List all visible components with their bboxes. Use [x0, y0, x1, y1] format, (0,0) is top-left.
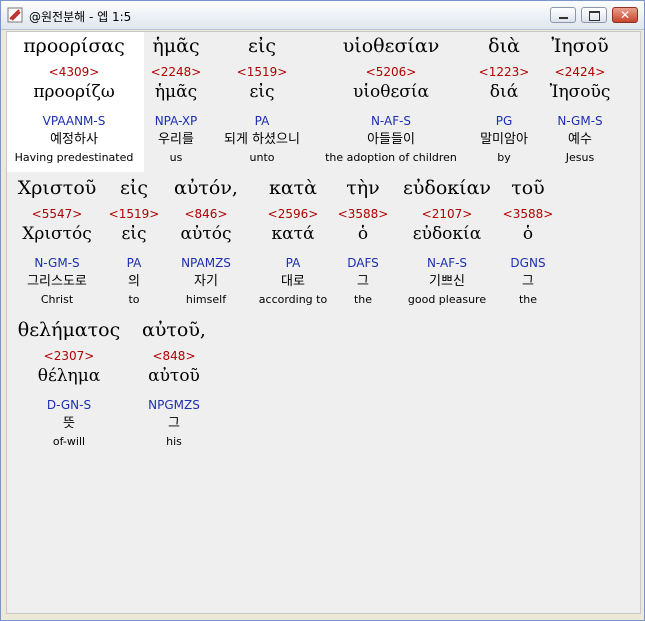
app-icon: [7, 7, 23, 23]
parsing-view: προορίσας <4309> προορίζω VPAANM-S 예정하사 Havin…: [6, 31, 641, 614]
minimize-icon: [559, 17, 568, 19]
close-button[interactable]: ✕: [612, 7, 638, 23]
lemma: αὐτοῦ: [148, 366, 200, 386]
english-gloss: the: [518, 293, 538, 306]
window-title: @원전분해 - 엡 1:5: [29, 10, 132, 24]
maximize-button[interactable]: [581, 7, 607, 23]
close-icon: ✕: [620, 8, 631, 22]
korean-gloss: 예수: [568, 132, 592, 147]
strong-number: <3588>: [502, 207, 554, 221]
strong-number: <848>: [152, 349, 196, 363]
minimize-button[interactable]: [550, 7, 576, 23]
english-gloss: Jesus: [565, 151, 595, 164]
parsing-code: DGNS: [510, 256, 546, 270]
english-gloss: his: [166, 435, 182, 448]
app-window: @원전분해 - 엡 1:5 ✕ προορίσας <4309> προορίζω V…: [0, 0, 645, 621]
greek-word: τοῦ: [511, 177, 545, 199]
greek-word: Ἰησοῦ: [551, 35, 609, 57]
korean-gloss: 그: [168, 416, 180, 431]
parsing-code: NPGMZS: [148, 398, 200, 412]
greek-word: αὐτοῦ,: [142, 319, 206, 341]
lemma: Ἰησοῦς: [549, 82, 611, 102]
strong-number: <2424>: [554, 65, 606, 79]
title-bar[interactable]: @원전분해 - 엡 1:5 ✕: [1, 1, 644, 30]
lemma: ὁ: [522, 224, 534, 244]
maximize-icon: [589, 11, 600, 21]
korean-gloss: 그: [522, 274, 534, 289]
parsing-code: N-GM-S: [557, 114, 603, 128]
